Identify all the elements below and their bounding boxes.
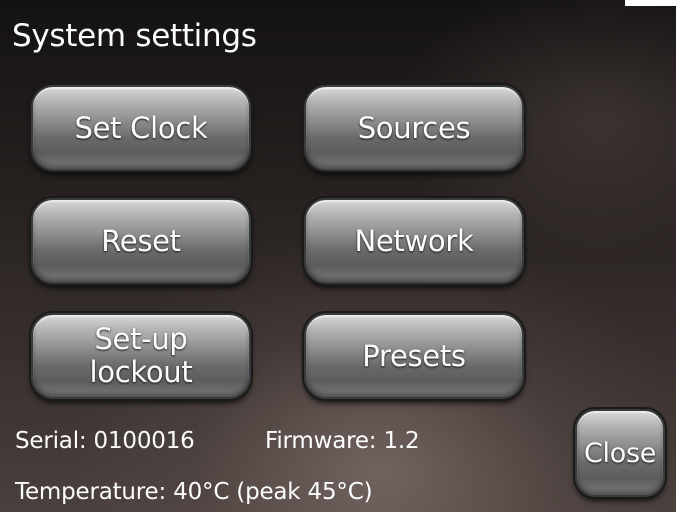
reset-button[interactable]: Reset <box>31 198 251 284</box>
sources-label: Sources <box>357 110 471 145</box>
close-button[interactable]: Close <box>575 409 665 497</box>
setup-lockout-label: Set-up lockout <box>89 322 193 389</box>
setup-lockout-button[interactable]: Set-up lockout <box>31 313 251 399</box>
close-label: Close <box>583 437 657 469</box>
set-clock-button[interactable]: Set Clock <box>31 85 251 171</box>
reset-label: Reset <box>101 223 181 258</box>
presets-label: Presets <box>362 338 466 373</box>
firmware-version: Firmware: 1.2 <box>265 428 420 454</box>
set-clock-label: Set Clock <box>74 110 208 145</box>
screen-edge-top <box>625 0 685 6</box>
page-title: System settings <box>12 18 257 54</box>
temperature-readout: Temperature: 40°C (peak 45°C) <box>15 479 373 505</box>
serial-number: Serial: 0100016 <box>15 428 195 454</box>
screen-edge <box>676 0 685 512</box>
network-button[interactable]: Network <box>304 198 524 284</box>
sources-button[interactable]: Sources <box>304 85 524 171</box>
network-label: Network <box>354 223 474 258</box>
presets-button[interactable]: Presets <box>304 313 524 399</box>
